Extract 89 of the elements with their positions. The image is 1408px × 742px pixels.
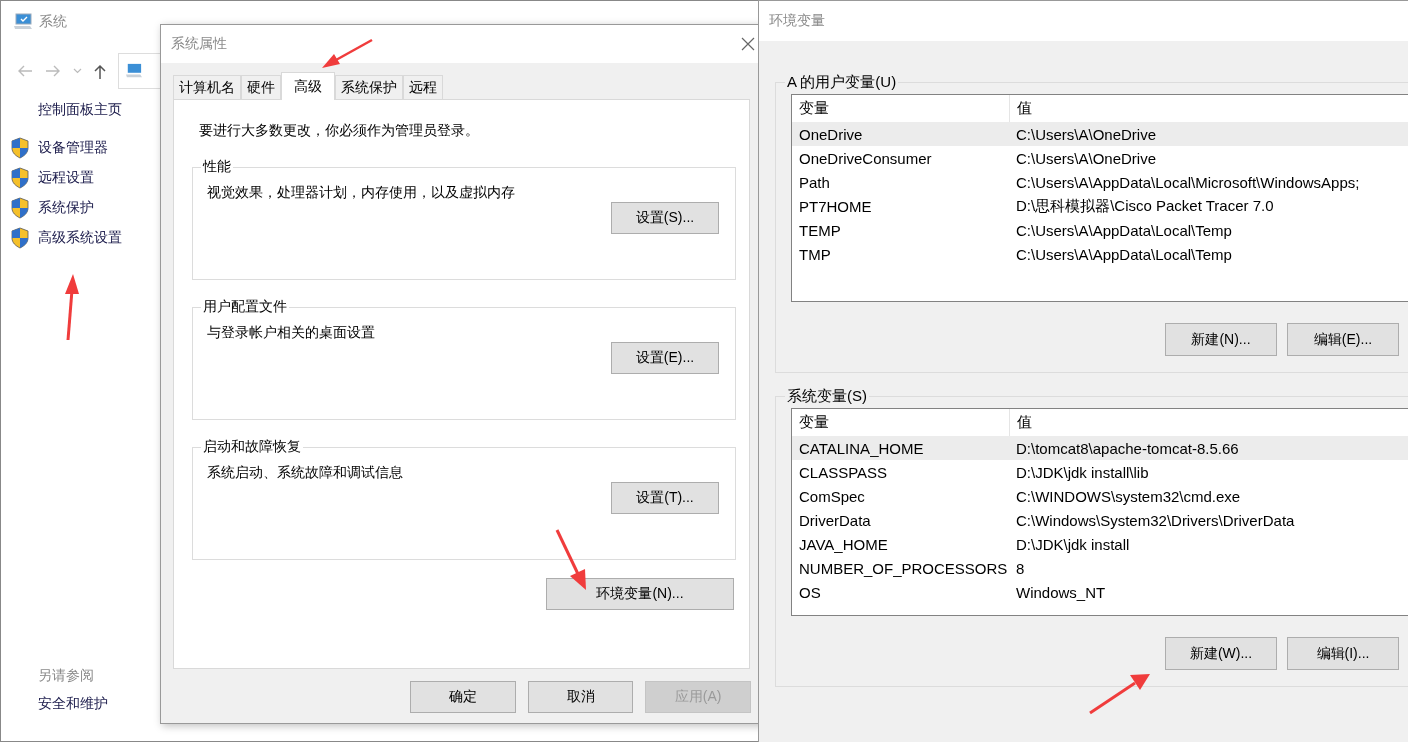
variable-value: C:\Users\A\OneDrive <box>1015 148 1157 169</box>
dialog-button[interactable]: 取消 <box>527 681 634 713</box>
sidebar-link[interactable]: 设备管理器 <box>38 139 108 157</box>
list-row[interactable]: DriverData C:\Windows\System32\Drivers\DriverData <box>792 508 1408 532</box>
variable-value: D:\JDK\jdk install <box>1015 534 1130 555</box>
group-title: 用户配置文件 <box>202 298 288 316</box>
list-button[interactable]: 新建(N)... <box>1165 323 1277 356</box>
computer-icon <box>125 63 143 79</box>
settings-button[interactable]: 设置(T)... <box>611 482 719 514</box>
column-header[interactable]: 变量 <box>792 99 1009 118</box>
variable-name: TMP <box>798 245 832 263</box>
group-description: 视觉效果，处理器计划，内存使用，以及虚拟内存 <box>207 184 516 202</box>
annotation-arrow <box>65 274 79 341</box>
group-description: 系统启动、系统故障和调试信息 <box>207 464 404 482</box>
variable-value: C:\Users\A\AppData\Local\Temp <box>1015 220 1232 241</box>
annotation-arrow <box>555 529 586 590</box>
notice-text: 要进行大多数更改，你必须作为管理员登录。 <box>198 122 480 140</box>
tab[interactable]: 高级 <box>281 72 335 100</box>
list-row[interactable]: CLASSPASS D:\JDK\jdk install\lib <box>792 460 1408 484</box>
group-description: 与登录帐户相关的桌面设置 <box>207 324 376 342</box>
list-row[interactable]: ComSpec C:\WINDOWS\system32\cmd.exe <box>792 484 1408 508</box>
variable-name: CATALINA_HOME <box>798 439 925 457</box>
environment-variables-button[interactable]: 环境变量(N)... <box>546 578 734 610</box>
shield-icon <box>11 197 29 219</box>
shield-icon <box>11 167 29 189</box>
list-row[interactable]: OS Windows_NT <box>792 580 1408 604</box>
annotation-arrow <box>322 38 373 68</box>
variable-value: 8 <box>1015 558 1025 579</box>
variable-name: OneDrive <box>798 125 864 143</box>
tab[interactable]: 硬件 <box>241 75 281 99</box>
list-row[interactable]: PT7HOME D:\思科模拟器\Cisco Packet Tracer 7.0 <box>792 194 1408 218</box>
variable-value: C:\Users\A\OneDrive <box>1015 124 1157 145</box>
computer-icon <box>13 13 33 31</box>
variable-name: TEMP <box>798 221 842 239</box>
variable-value: C:\Users\A\AppData\Local\Microsoft\WindowsApps; <box>1015 172 1360 193</box>
dialog-button[interactable]: 确定 <box>410 681 516 713</box>
chevron-down-icon[interactable] <box>73 68 82 74</box>
list-button[interactable]: 新建(W)... <box>1165 637 1277 670</box>
variable-name: Path <box>798 173 831 191</box>
variable-value: D:\tomcat8\apache-tomcat-8.5.66 <box>1015 438 1239 459</box>
list-row[interactable]: TMP C:\Users\A\AppData\Local\Temp <box>792 242 1408 266</box>
settings-button[interactable]: 设置(S)... <box>611 202 719 234</box>
settings-button[interactable]: 设置(E)... <box>611 342 719 374</box>
close-icon[interactable] <box>741 37 755 51</box>
dialog-title: 环境变量 <box>769 12 825 30</box>
window-title: 系统 <box>39 13 67 31</box>
variable-name: PT7HOME <box>798 197 873 215</box>
list-row[interactable]: JAVA_HOME D:\JDK\jdk install <box>792 532 1408 556</box>
variable-value: D:\JDK\jdk install\lib <box>1015 462 1149 483</box>
list-button[interactable]: 编辑(E)... <box>1287 323 1399 356</box>
back-icon[interactable] <box>17 65 33 77</box>
variable-name: OS <box>798 583 822 601</box>
list-row[interactable]: CATALINA_HOME D:\tomcat8\apache-tomcat-8.5.66 <box>792 436 1408 460</box>
shield-icon <box>11 227 29 249</box>
variable-name: JAVA_HOME <box>798 535 889 553</box>
variable-name: ComSpec <box>798 487 866 505</box>
column-header[interactable]: 变量 <box>792 413 1009 432</box>
variable-value: D:\思科模拟器\Cisco Packet Tracer 7.0 <box>1015 195 1274 216</box>
sidebar-link[interactable]: 系统保护 <box>38 199 94 217</box>
variable-name: NUMBER_OF_PROCESSORS <box>798 559 1009 577</box>
group-title: A 的用户变量(U) <box>786 73 898 92</box>
shield-icon <box>11 137 29 159</box>
forward-icon[interactable] <box>45 65 61 77</box>
sidebar-link[interactable]: 安全和维护 <box>11 695 108 713</box>
section-heading: 另请参阅 <box>37 667 95 685</box>
variable-name: OneDriveConsumer <box>798 149 933 167</box>
annotation-arrow <box>1089 674 1150 715</box>
tab[interactable]: 远程 <box>403 75 443 99</box>
list-row[interactable]: OneDrive C:\Users\A\OneDrive <box>792 122 1408 146</box>
group-title: 系统变量(S) <box>786 387 868 406</box>
variable-name: DriverData <box>798 511 872 529</box>
variable-value: C:\WINDOWS\system32\cmd.exe <box>1015 486 1241 507</box>
variable-value: C:\Users\A\AppData\Local\Temp <box>1015 244 1232 265</box>
list-row[interactable]: TEMP C:\Users\A\AppData\Local\Temp <box>792 218 1408 242</box>
variable-name: CLASSPASS <box>798 463 889 481</box>
up-icon[interactable] <box>94 63 106 79</box>
group-title: 性能 <box>201 158 232 176</box>
sidebar-link[interactable]: 远程设置 <box>38 169 94 187</box>
sidebar-link[interactable]: 高级系统设置 <box>38 229 122 247</box>
group-title: 启动和故障恢复 <box>202 438 302 456</box>
variable-value: Windows_NT <box>1015 582 1106 603</box>
tab[interactable]: 系统保护 <box>335 75 403 99</box>
list-row[interactable]: Path C:\Users\A\AppData\Local\Microsoft\WindowsApps; <box>792 170 1408 194</box>
tab[interactable]: 计算机名 <box>173 75 241 99</box>
variable-value: C:\Windows\System32\Drivers\DriverData <box>1015 510 1295 531</box>
dialog-title: 系统属性 <box>171 35 227 53</box>
list-row[interactable]: OneDriveConsumer C:\Users\A\OneDrive <box>792 146 1408 170</box>
list-button[interactable]: 编辑(I)... <box>1287 637 1399 670</box>
list-row[interactable]: NUMBER_OF_PROCESSORS 8 <box>792 556 1408 580</box>
